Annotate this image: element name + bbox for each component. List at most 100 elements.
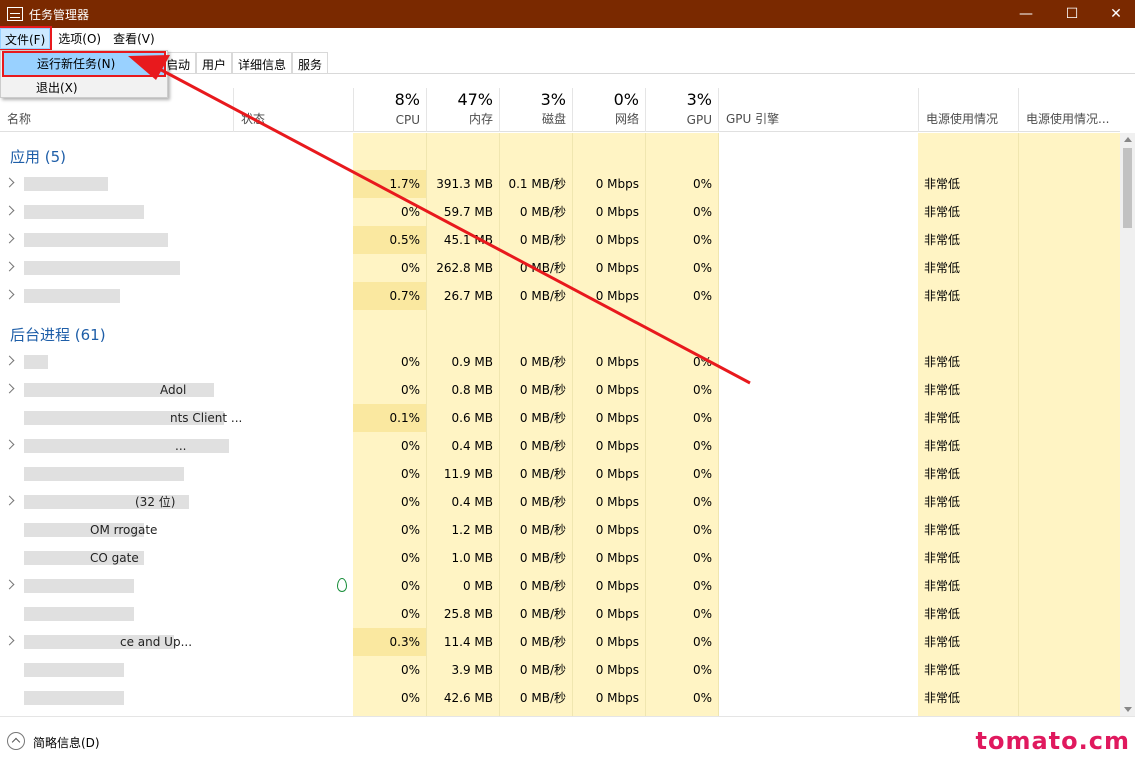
table-row[interactable]: nts Client ... 0.1% 0.6 MB 0 MB/秒 0 Mbps 0% 非常… xyxy=(0,404,1120,432)
col-gpu[interactable]: 3% GPU xyxy=(645,88,718,132)
expand-chevron-icon[interactable] xyxy=(4,439,15,450)
expand-chevron-icon[interactable] xyxy=(4,635,15,646)
process-icon xyxy=(24,607,134,621)
collapse-icon[interactable] xyxy=(7,732,25,750)
menu-view[interactable]: 查看(V) xyxy=(109,28,159,49)
table-row[interactable]: CO gate 0% 1.0 MB 0 MB/秒 0 Mbps 0% 非常低 xyxy=(0,544,1120,572)
table-row[interactable]: ... 0% 0.4 MB 0 MB/秒 0 Mbps 0% 非常低 xyxy=(0,432,1120,460)
col-power-trend[interactable]: 电源使用情况... xyxy=(1018,88,1120,132)
scroll-thumb[interactable] xyxy=(1123,148,1132,228)
expand-chevron-icon[interactable] xyxy=(4,383,15,394)
expand-chevron-icon[interactable] xyxy=(4,495,15,506)
fewer-details-link[interactable]: 简略信息(D) xyxy=(33,734,100,751)
network-cell: 0 Mbps xyxy=(595,355,639,369)
expand-chevron-icon[interactable] xyxy=(4,355,15,366)
menu-file[interactable]: 文件(F) xyxy=(0,26,53,51)
table-row[interactable]: OM rrogate 0% 1.2 MB 0 MB/秒 0 Mbps 0% 非常低 xyxy=(0,516,1120,544)
expand-chevron-icon[interactable] xyxy=(4,289,15,300)
expand-chevron-icon[interactable] xyxy=(4,205,15,216)
power-cell: 非常低 xyxy=(924,551,961,565)
col-status[interactable]: 状态 xyxy=(233,88,353,132)
col-cpu[interactable]: 8% CPU xyxy=(353,88,426,132)
network-cell: 0 Mbps xyxy=(595,261,639,275)
table-row[interactable]: ce and Up... 0.3% 11.4 MB 0 MB/秒 0 Mbps 0% 非常低 xyxy=(0,628,1120,656)
maximize-icon: ☐ xyxy=(1065,6,1079,22)
power-cell: 非常低 xyxy=(924,579,961,593)
process-name: (32 位) xyxy=(135,495,176,509)
col-power[interactable]: 电源使用情况 xyxy=(918,88,1018,132)
disk-cell: 0 MB/秒 xyxy=(519,205,566,219)
gpu-cell: 0% xyxy=(692,383,712,397)
minimize-button[interactable]: — xyxy=(1003,0,1049,28)
power-cell: 非常低 xyxy=(924,355,961,369)
menu-options[interactable]: 选项(O) xyxy=(54,28,105,49)
col-memory[interactable]: 47% 内存 xyxy=(426,88,499,132)
col-network[interactable]: 0% 网络 xyxy=(572,88,645,132)
network-cell: 0 Mbps xyxy=(595,663,639,677)
cpu-cell: 0% xyxy=(400,663,420,677)
table-row[interactable]: 0% 11.9 MB 0 MB/秒 0 Mbps 0% 非常低 xyxy=(0,460,1120,488)
table-row[interactable]: (32 位) 0% 0.4 MB 0 MB/秒 0 Mbps 0% 非常低 xyxy=(0,488,1120,516)
cpu-cell: 0% xyxy=(400,439,420,453)
table-row[interactable]: 1.7% 391.3 MB 0.1 MB/秒 0 Mbps 0% 非常低 xyxy=(0,170,1120,198)
memory-cell: 0.8 MB xyxy=(451,383,493,397)
power-cell: 非常低 xyxy=(924,411,961,425)
cpu-cell: 0.1% xyxy=(353,404,426,432)
process-name: Adol xyxy=(160,383,187,397)
maximize-button[interactable]: ☐ xyxy=(1049,0,1095,28)
power-cell: 非常低 xyxy=(924,635,961,649)
power-cell: 非常低 xyxy=(924,261,961,275)
tab-services[interactable]: 服务 xyxy=(292,52,329,74)
process-name: ... xyxy=(175,439,187,453)
process-icon xyxy=(24,261,180,275)
group-background[interactable]: 后台进程 (61) xyxy=(0,315,1120,351)
cpu-cell: 0% xyxy=(400,607,420,621)
col-status-label: 状态 xyxy=(241,112,266,126)
expand-chevron-icon[interactable] xyxy=(4,261,15,272)
table-row[interactable]: Adol 0% 0.8 MB 0 MB/秒 0 Mbps 0% 非常低 xyxy=(0,376,1120,404)
table-row[interactable]: 0% 59.7 MB 0 MB/秒 0 Mbps 0% 非常低 xyxy=(0,198,1120,226)
disk-cell: 0 MB/秒 xyxy=(519,635,566,649)
tab-details[interactable]: 详细信息 xyxy=(232,52,293,74)
expand-chevron-icon[interactable] xyxy=(4,233,15,244)
disk-cell: 0 MB/秒 xyxy=(519,607,566,621)
process-name: OM rrogate xyxy=(90,523,158,537)
tab-users[interactable]: 用户 xyxy=(196,52,233,74)
power-cell: 非常低 xyxy=(924,607,961,621)
cpu-cell: 0% xyxy=(400,355,420,369)
scroll-down-icon[interactable] xyxy=(1124,707,1132,712)
memory-cell: 391.3 MB xyxy=(436,177,493,191)
col-gpu-engine-label: GPU 引擎 xyxy=(726,112,780,126)
table-row[interactable]: 0% 0.9 MB 0 MB/秒 0 Mbps 0% 非常低 xyxy=(0,348,1120,376)
cpu-cell: 0% xyxy=(400,551,420,565)
disk-cell: 0.1 MB/秒 xyxy=(508,177,566,191)
col-gpu-engine[interactable]: GPU 引擎 xyxy=(718,88,918,132)
expand-chevron-icon[interactable] xyxy=(4,177,15,188)
memory-cell: 0.9 MB xyxy=(451,355,493,369)
table-row[interactable]: 0% 0 MB 0 MB/秒 0 Mbps 0% 非常低 xyxy=(0,572,1120,600)
memory-cell: 11.9 MB xyxy=(443,467,493,481)
disk-cell: 0 MB/秒 xyxy=(519,523,566,537)
process-list: 应用 (5) 1.7% 391.3 MB 0.1 MB/秒 0 Mbps 0% 非常低 0%… xyxy=(0,133,1120,716)
close-button[interactable]: ✕ xyxy=(1093,0,1135,28)
run-new-task-item[interactable]: 运行新任务(N) xyxy=(2,51,166,77)
table-row[interactable]: 0% 25.8 MB 0 MB/秒 0 Mbps 0% 非常低 xyxy=(0,600,1120,628)
vertical-scrollbar[interactable] xyxy=(1120,133,1135,716)
col-cpu-label: CPU xyxy=(395,113,420,127)
col-disk[interactable]: 3% 磁盘 xyxy=(499,88,572,132)
power-cell: 非常低 xyxy=(924,233,961,247)
cpu-cell: 0.3% xyxy=(353,628,426,656)
cpu-cell: 0% xyxy=(400,691,420,705)
process-icon xyxy=(24,691,124,705)
expand-chevron-icon[interactable] xyxy=(4,579,15,590)
table-row[interactable]: 0.5% 45.1 MB 0 MB/秒 0 Mbps 0% 非常低 xyxy=(0,226,1120,254)
group-apps[interactable]: 应用 (5) xyxy=(0,137,1120,173)
table-row[interactable]: 0% 42.6 MB 0 MB/秒 0 Mbps 0% 非常低 xyxy=(0,684,1120,712)
table-row[interactable]: 0% 262.8 MB 0 MB/秒 0 Mbps 0% 非常低 xyxy=(0,254,1120,282)
table-row[interactable]: 0% 3.9 MB 0 MB/秒 0 Mbps 0% 非常低 xyxy=(0,656,1120,684)
table-row[interactable]: 0.7% 26.7 MB 0 MB/秒 0 Mbps 0% 非常低 xyxy=(0,282,1120,310)
scroll-up-icon[interactable] xyxy=(1124,137,1132,142)
efficiency-leaf-icon xyxy=(337,578,347,592)
exit-item[interactable]: 退出(X) xyxy=(3,77,165,99)
memory-cell: 0.6 MB xyxy=(451,411,493,425)
